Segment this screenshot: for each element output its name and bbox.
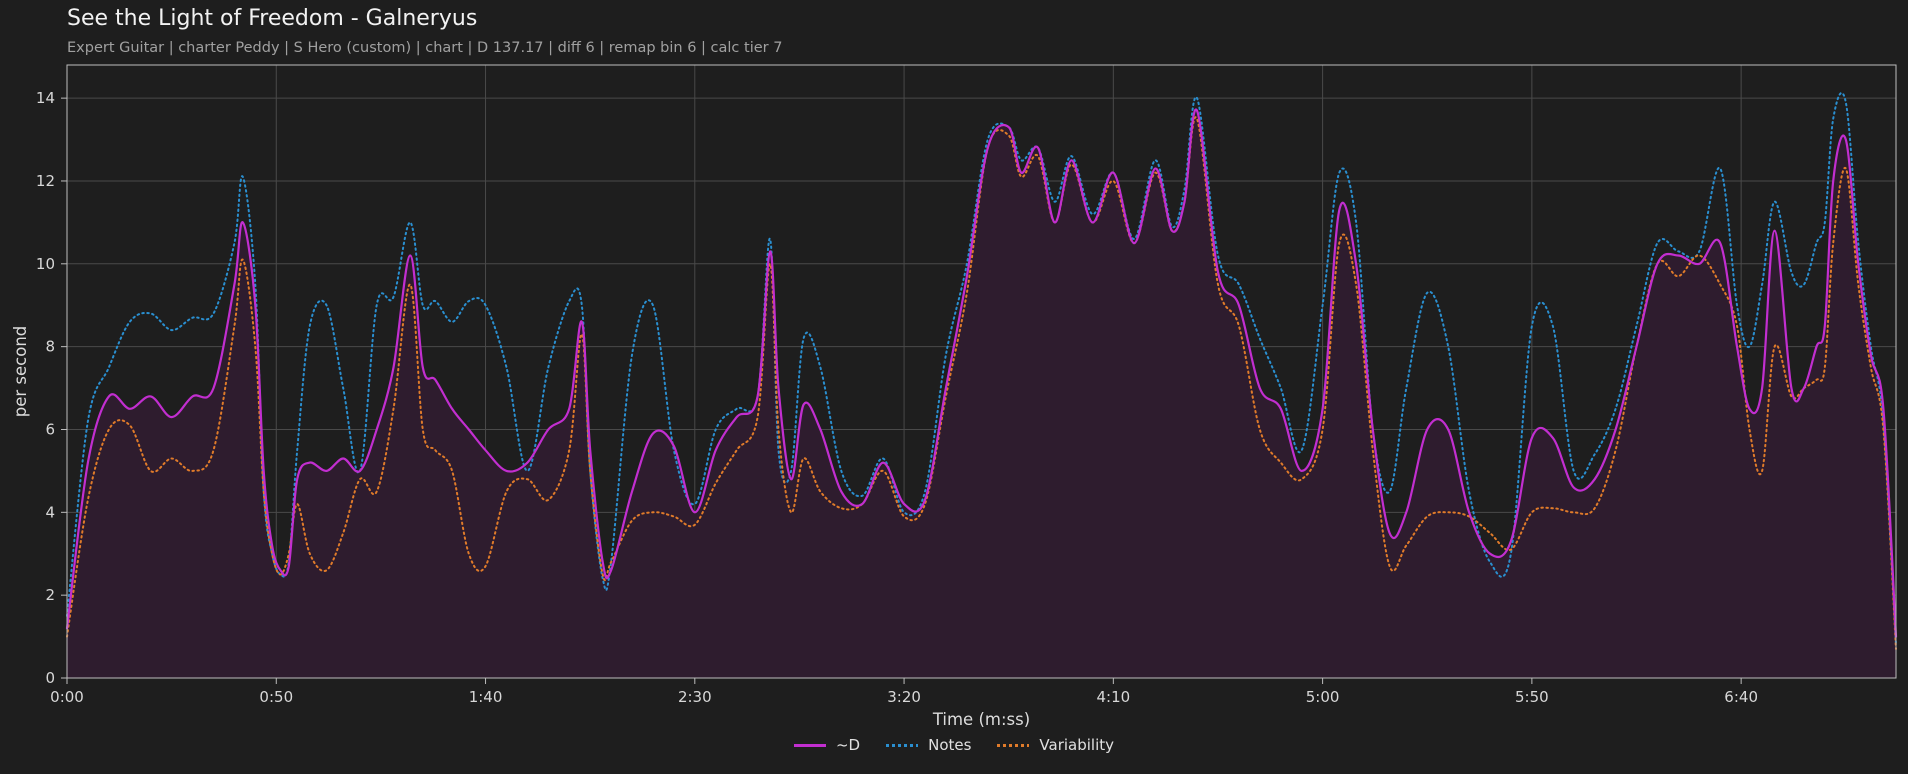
x-tick-label: 1:40 (469, 688, 503, 706)
y-tick-label: 2 (45, 586, 55, 604)
y-axis-ticks: 0 2 4 6 8 10 12 14 (36, 89, 67, 687)
x-tick-label: 6:40 (1724, 688, 1758, 706)
x-axis-label: Time (m:ss) (932, 710, 1030, 729)
x-tick-label: 4:10 (1096, 688, 1130, 706)
legend: ~D Notes Variability (0, 736, 1908, 754)
y-tick-label: 12 (36, 172, 55, 190)
x-tick-label: 3:20 (887, 688, 921, 706)
y-tick-label: 14 (36, 89, 55, 107)
x-tick-label: 5:00 (1306, 688, 1340, 706)
y-tick-label: 6 (45, 420, 55, 438)
series-area-d (67, 109, 1896, 679)
legend-swatch-variability (997, 743, 1030, 747)
area-fill (67, 109, 1896, 679)
legend-label-notes: Notes (928, 736, 972, 754)
x-tick-label: 0:50 (259, 688, 293, 706)
y-axis-label: per second (11, 326, 30, 418)
y-tick-label: 0 (45, 669, 55, 687)
legend-item-d: ~D (793, 736, 861, 754)
y-tick-label: 10 (36, 255, 55, 273)
legend-item-variability: Variability (997, 736, 1114, 754)
x-tick-label: 2:30 (678, 688, 712, 706)
x-tick-label: 0:00 (50, 688, 84, 706)
legend-swatch-d (793, 743, 826, 747)
legend-label-variability: Variability (1039, 736, 1115, 754)
y-tick-label: 4 (45, 503, 55, 521)
legend-label-d: ~D (835, 736, 861, 754)
y-tick-label: 8 (45, 338, 55, 356)
legend-item-notes: Notes (886, 736, 971, 754)
x-tick-label: 5:50 (1515, 688, 1549, 706)
legend-swatch-notes (886, 743, 919, 747)
line-chart: 0:00 0:50 1:40 2:30 3:20 4:10 5:00 5:50 6:40 0 2 4… (11, 64, 1898, 729)
x-axis-ticks: 0:00 0:50 1:40 2:30 3:20 4:10 5:00 5:50 6:40 (50, 678, 1758, 706)
